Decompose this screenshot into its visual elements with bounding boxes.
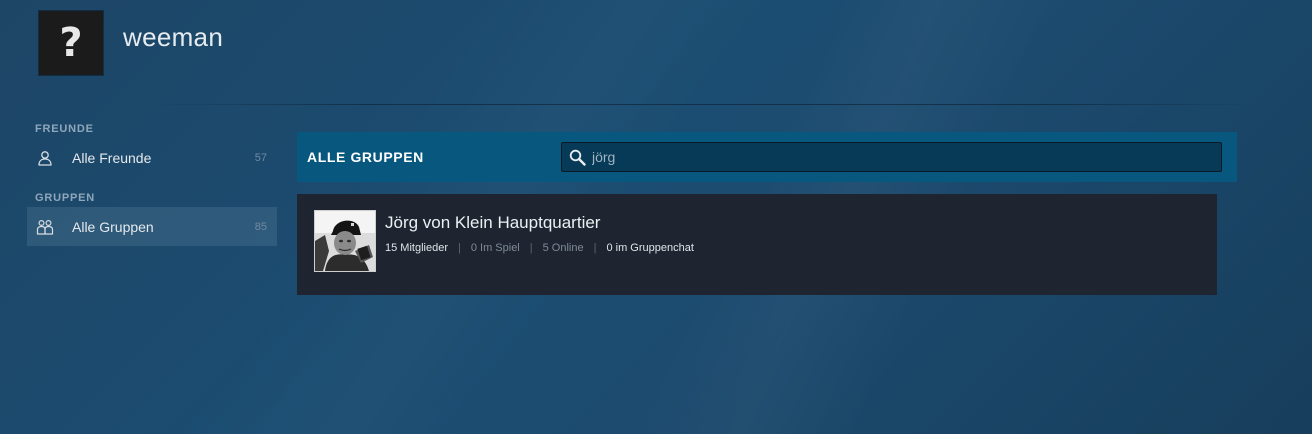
page-title: ALLE GRUPPEN bbox=[307, 149, 424, 165]
sidebar-item-label: Alle Gruppen bbox=[72, 218, 154, 235]
group-in-game-count: 0 Im Spiel bbox=[470, 242, 520, 254]
group-members-count: 15 Mitglieder bbox=[385, 242, 448, 254]
sidebar-item-label: Alle Freunde bbox=[72, 149, 152, 166]
stat-separator: | bbox=[593, 242, 597, 254]
group-chat-count: 0 im Gruppenchat bbox=[606, 242, 694, 254]
stat-separator: | bbox=[529, 242, 533, 254]
group-avatar bbox=[314, 210, 376, 272]
sidebar-item-count: 57 bbox=[254, 151, 267, 164]
search-box[interactable] bbox=[561, 142, 1222, 172]
group-result-card[interactable]: Jörg von Klein Hauptquartier 15 Mitglied… bbox=[297, 194, 1217, 295]
profile-avatar[interactable]: ? bbox=[39, 11, 103, 75]
sidebar-section-groups: GRUPPEN bbox=[35, 192, 95, 204]
group-name[interactable]: Jörg von Klein Hauptquartier bbox=[385, 213, 600, 233]
profile-username[interactable]: weeman bbox=[123, 22, 223, 53]
group-icon bbox=[36, 218, 54, 236]
stat-separator: | bbox=[457, 242, 461, 254]
search-icon bbox=[568, 148, 586, 166]
person-icon bbox=[36, 149, 54, 167]
sidebar-item-count: 85 bbox=[254, 220, 267, 233]
search-input[interactable] bbox=[586, 143, 1221, 171]
group-stats: 15 Mitglieder | 0 Im Spiel | 5 Online | … bbox=[385, 242, 694, 254]
sidebar-section-friends: FREUNDE bbox=[35, 123, 94, 135]
groups-header-bar: ALLE GRUPPEN bbox=[297, 132, 1237, 182]
sidebar-item-all-groups[interactable]: Alle Gruppen 85 bbox=[27, 207, 277, 246]
sidebar-item-all-friends[interactable]: Alle Freunde 57 bbox=[27, 138, 277, 177]
header-divider bbox=[150, 104, 1260, 105]
group-online-count: 5 Online bbox=[542, 242, 584, 254]
